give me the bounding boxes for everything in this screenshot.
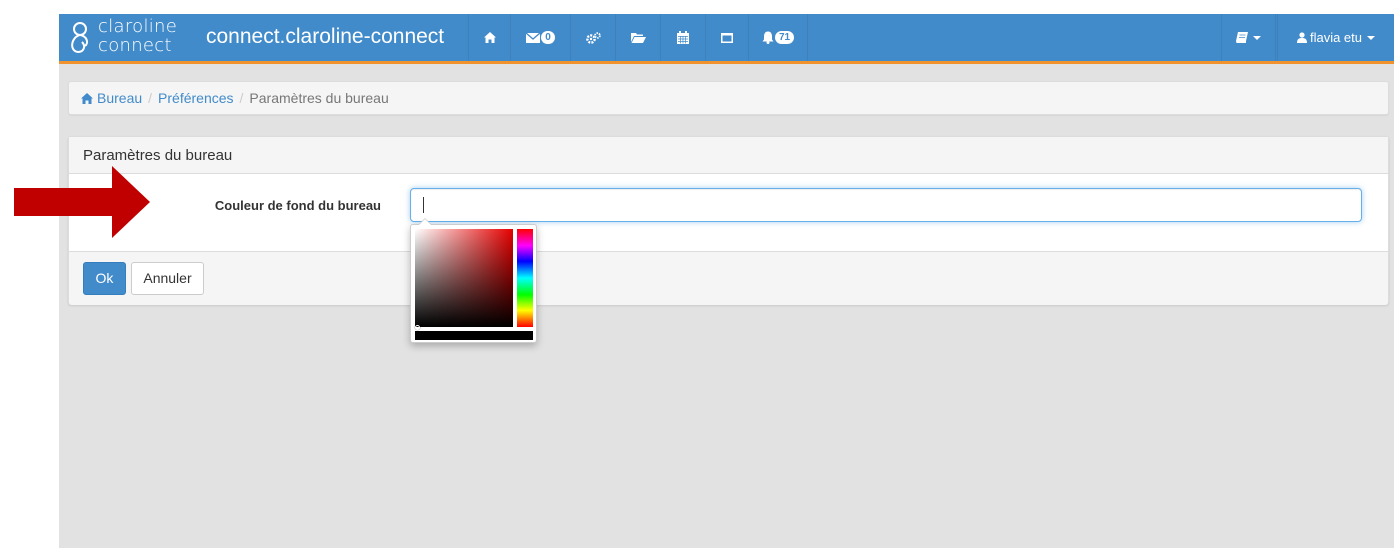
logo-text-top: claroline (98, 16, 178, 37)
color-picker-preview (415, 331, 533, 340)
user-icon (1296, 32, 1307, 43)
nav-home[interactable] (468, 14, 510, 61)
text-cursor (423, 197, 424, 213)
messages-badge: 0 (541, 31, 555, 44)
panel-footer: Ok Annuler (69, 251, 1388, 305)
breadcrumb-preferences[interactable]: Préférences (158, 90, 233, 106)
nav-desktop[interactable] (705, 14, 748, 61)
app-window: claroline connect connect.claroline-conn… (59, 14, 1394, 548)
nav-notifications[interactable]: 71 (748, 14, 808, 61)
desktop-settings-panel: Paramètres du bureau Couleur de fond du … (68, 136, 1389, 305)
user-caret (1367, 35, 1376, 40)
home-icon (81, 92, 93, 104)
user-name: flavia etu (1309, 30, 1363, 45)
nav-resources[interactable] (615, 14, 660, 61)
logo-text-bottom: connect (98, 35, 172, 56)
top-navbar: claroline connect connect.claroline-conn… (59, 14, 1394, 64)
background-color-input[interactable] (410, 188, 1362, 222)
breadcrumb-bureau-label: Bureau (97, 90, 143, 106)
panel-heading: Paramètres du bureau (69, 137, 1388, 174)
ok-button[interactable]: Ok (83, 262, 126, 295)
nav-messages[interactable]: 0 (510, 14, 570, 61)
book-icon (1236, 32, 1248, 43)
color-picker-arrow-inner (419, 219, 431, 225)
breadcrumb: Bureau / Préférences / Paramètres du bur… (68, 81, 1389, 115)
color-picker-hue-slider[interactable] (517, 229, 533, 327)
user-menu[interactable]: flavia etu (1277, 14, 1394, 61)
bell-icon (762, 31, 774, 44)
red-arrow-annotation-icon (14, 166, 150, 238)
notifications-badge: 71 (774, 31, 795, 44)
breadcrumb-current: Paramètres du bureau (249, 90, 389, 106)
claroline-logo[interactable]: claroline connect (65, 17, 185, 59)
site-title[interactable]: connect.claroline-connect (206, 25, 444, 49)
cancel-button[interactable]: Annuler (131, 262, 204, 295)
nav-calendar[interactable] (660, 14, 705, 61)
home-icon (483, 32, 496, 43)
nav-workspaces[interactable] (1221, 14, 1276, 61)
workspaces-caret (1253, 35, 1261, 40)
desktop-icon (721, 32, 733, 43)
envelope-icon (526, 32, 541, 43)
breadcrumb-bureau[interactable]: Bureau (81, 90, 142, 106)
logo-icon (71, 22, 89, 54)
folder-open-icon (630, 33, 646, 43)
calendar-icon (677, 31, 689, 44)
color-picker-saturation-area[interactable] (415, 229, 513, 330)
color-picker-handle[interactable] (415, 325, 420, 330)
breadcrumb-separator: / (148, 90, 153, 106)
nav-tools[interactable] (570, 14, 615, 61)
breadcrumb-separator: / (239, 90, 244, 106)
cogs-icon (585, 31, 601, 44)
color-picker-popup (410, 218, 537, 343)
